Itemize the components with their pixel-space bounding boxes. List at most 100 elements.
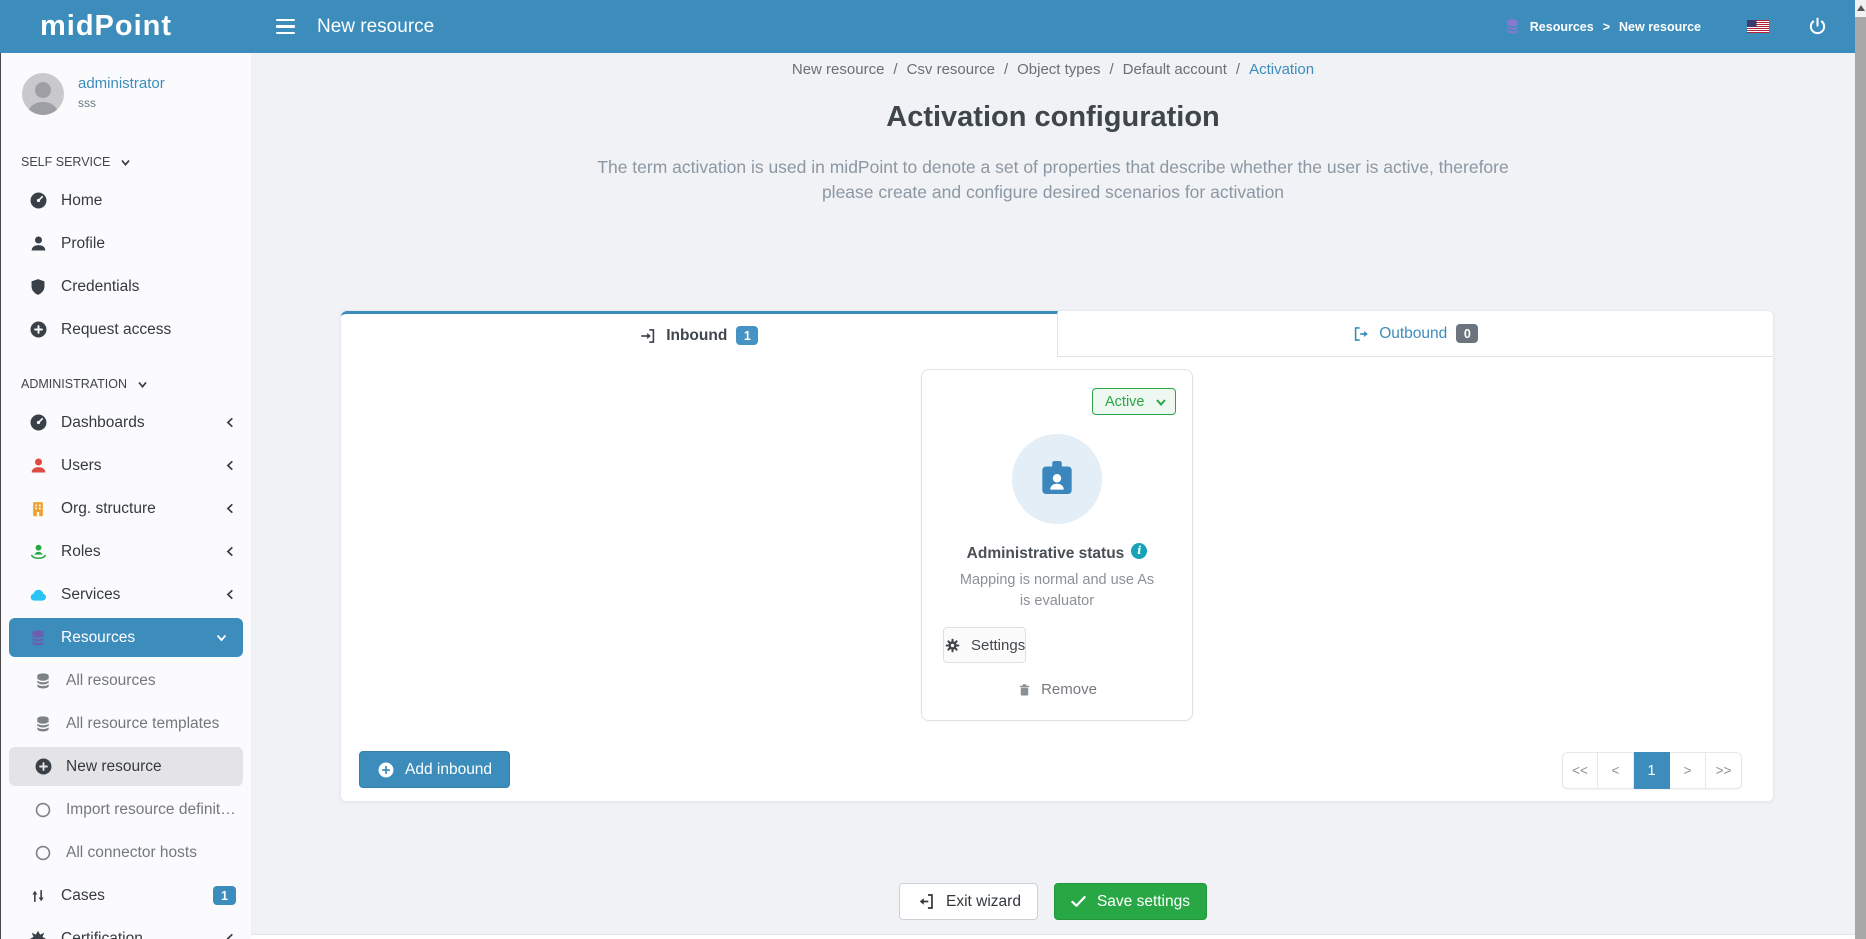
- user-panel[interactable]: administrator sss: [1, 53, 251, 129]
- tab-inbound[interactable]: Inbound 1: [341, 311, 1058, 357]
- lifecycle-select[interactable]: Active: [1092, 388, 1176, 415]
- page-prev-button[interactable]: <: [1598, 752, 1634, 789]
- scrollbar-up-arrow[interactable]: [1857, 5, 1865, 11]
- mapping-card: Active Administrative statusi Mapping is…: [921, 369, 1193, 721]
- resource-database-icon: [1504, 18, 1521, 35]
- cloud-icon: [27, 585, 49, 605]
- logout-power-icon[interactable]: [1807, 16, 1828, 37]
- page-next-button[interactable]: >: [1670, 752, 1706, 789]
- database-icon: [27, 629, 49, 647]
- breadcrumb-item[interactable]: Csv resource: [907, 61, 995, 78]
- gauge-icon: [27, 413, 49, 432]
- sidebar-item-profile[interactable]: Profile: [1, 222, 251, 265]
- mapping-description: Mapping is normal and use As is evaluato…: [960, 570, 1155, 612]
- sidebar-item-home[interactable]: Home: [1, 179, 251, 222]
- sign-in-icon: [639, 327, 657, 345]
- sign-out-icon: [1352, 325, 1370, 343]
- breadcrumb-item-current: Activation: [1249, 61, 1314, 78]
- breadcrumb-item[interactable]: New resource: [792, 61, 885, 78]
- chevron-down-icon: [215, 631, 228, 644]
- breadcrumb-item[interactable]: Default account: [1123, 61, 1227, 78]
- main-content: New resource / Csv resource / Object typ…: [251, 53, 1855, 939]
- section-header-self-service[interactable]: SELF SERVICE: [1, 129, 251, 179]
- footer-divider: [251, 934, 1855, 939]
- check-icon: [1071, 895, 1086, 908]
- header-breadcrumb-root[interactable]: Resources: [1530, 20, 1594, 34]
- certificate-icon: [27, 930, 49, 939]
- add-inbound-label: Add inbound: [405, 761, 492, 779]
- chevron-left-icon: [224, 502, 236, 515]
- id-badge-icon: [1035, 457, 1079, 501]
- sidebar-item-all-resources[interactable]: All resources: [1, 659, 251, 702]
- user-org: sss: [78, 96, 165, 110]
- sidebar: administrator sss SELF SERVICE Home Prof…: [0, 53, 251, 939]
- plus-circle-icon: [27, 320, 49, 339]
- gear-icon: [944, 637, 961, 654]
- trash-icon: [1017, 682, 1032, 698]
- circle-outline-icon: [32, 844, 54, 862]
- chevron-left-icon: [224, 416, 236, 429]
- header-breadcrumb: Resources > New resource: [1504, 18, 1701, 35]
- page-title: Activation configuration: [251, 101, 1855, 134]
- page-last-button[interactable]: >>: [1706, 752, 1742, 789]
- section-header-administration[interactable]: ADMINISTRATION: [1, 351, 251, 401]
- database-icon: [32, 672, 54, 690]
- chevron-down-icon: [137, 379, 148, 390]
- building-icon: [27, 500, 49, 518]
- sidebar-item-services[interactable]: Services: [1, 573, 251, 616]
- plus-circle-icon: [377, 761, 395, 779]
- user-icon: [27, 234, 49, 253]
- tab-outbound-label: Outbound: [1379, 325, 1447, 343]
- menu-toggle-icon[interactable]: [276, 19, 295, 34]
- sidebar-item-certification[interactable]: Certification: [1, 917, 251, 939]
- sidebar-item-import-resource-definition[interactable]: Import resource definit…: [1, 788, 251, 831]
- info-icon[interactable]: i: [1131, 543, 1147, 559]
- sidebar-item-request-access[interactable]: Request access: [1, 308, 251, 351]
- logo-area[interactable]: midPoint: [0, 10, 251, 43]
- sidebar-item-all-connector-hosts[interactable]: All connector hosts: [1, 831, 251, 874]
- tab-outbound[interactable]: Outbound 0: [1058, 311, 1774, 357]
- shield-icon: [27, 278, 49, 296]
- plus-circle-icon: [32, 757, 54, 776]
- pagination: << < 1 > >>: [1562, 752, 1742, 789]
- sidebar-item-org-structure[interactable]: Org. structure: [1, 487, 251, 530]
- tab-inbound-label: Inbound: [666, 327, 727, 345]
- chevron-left-icon: [224, 588, 236, 601]
- case-flow-icon: [27, 887, 49, 905]
- sidebar-item-new-resource[interactable]: New resource: [9, 747, 243, 786]
- sidebar-item-users[interactable]: Users: [1, 444, 251, 487]
- role-icon: [27, 542, 49, 561]
- sidebar-item-cases[interactable]: Cases 1: [1, 874, 251, 917]
- page-first-button[interactable]: <<: [1562, 752, 1598, 789]
- locale-flag-icon[interactable]: [1747, 20, 1769, 33]
- tab-inbound-count: 1: [736, 326, 758, 345]
- sidebar-item-credentials[interactable]: Credentials: [1, 265, 251, 308]
- remove-label: Remove: [1041, 681, 1097, 698]
- top-navbar: midPoint New resource Resources > New re…: [0, 0, 1866, 53]
- chevron-left-icon: [224, 932, 236, 939]
- mapping-title-row: Administrative statusi: [922, 545, 1192, 563]
- settings-label: Settings: [971, 637, 1025, 654]
- breadcrumb-item[interactable]: Object types: [1017, 61, 1100, 78]
- midpoint-logo: midPoint: [40, 10, 172, 42]
- wizard-actions: Exit wizard Save settings: [251, 883, 1855, 920]
- sidebar-item-resources[interactable]: Resources: [9, 618, 243, 657]
- cases-badge: 1: [213, 886, 236, 905]
- scrollbar-thumb[interactable]: [1855, 17, 1866, 939]
- add-inbound-button[interactable]: Add inbound: [359, 751, 510, 788]
- window-scrollbar[interactable]: [1855, 0, 1866, 939]
- user-name[interactable]: administrator: [78, 75, 165, 92]
- chevron-down-icon: [120, 157, 131, 168]
- circle-outline-icon: [32, 801, 54, 819]
- header-breadcrumb-current[interactable]: New resource: [1619, 20, 1701, 34]
- user-icon: [27, 456, 49, 475]
- sidebar-item-roles[interactable]: Roles: [1, 530, 251, 573]
- settings-button[interactable]: Settings: [943, 627, 1026, 663]
- remove-button[interactable]: Remove: [922, 681, 1192, 698]
- header-breadcrumb-separator: >: [1603, 20, 1610, 34]
- sidebar-item-dashboards[interactable]: Dashboards: [1, 401, 251, 444]
- exit-wizard-button[interactable]: Exit wizard: [899, 883, 1038, 920]
- sidebar-item-all-resource-templates[interactable]: All resource templates: [1, 702, 251, 745]
- save-settings-button[interactable]: Save settings: [1054, 883, 1207, 920]
- page-number-button[interactable]: 1: [1634, 752, 1670, 789]
